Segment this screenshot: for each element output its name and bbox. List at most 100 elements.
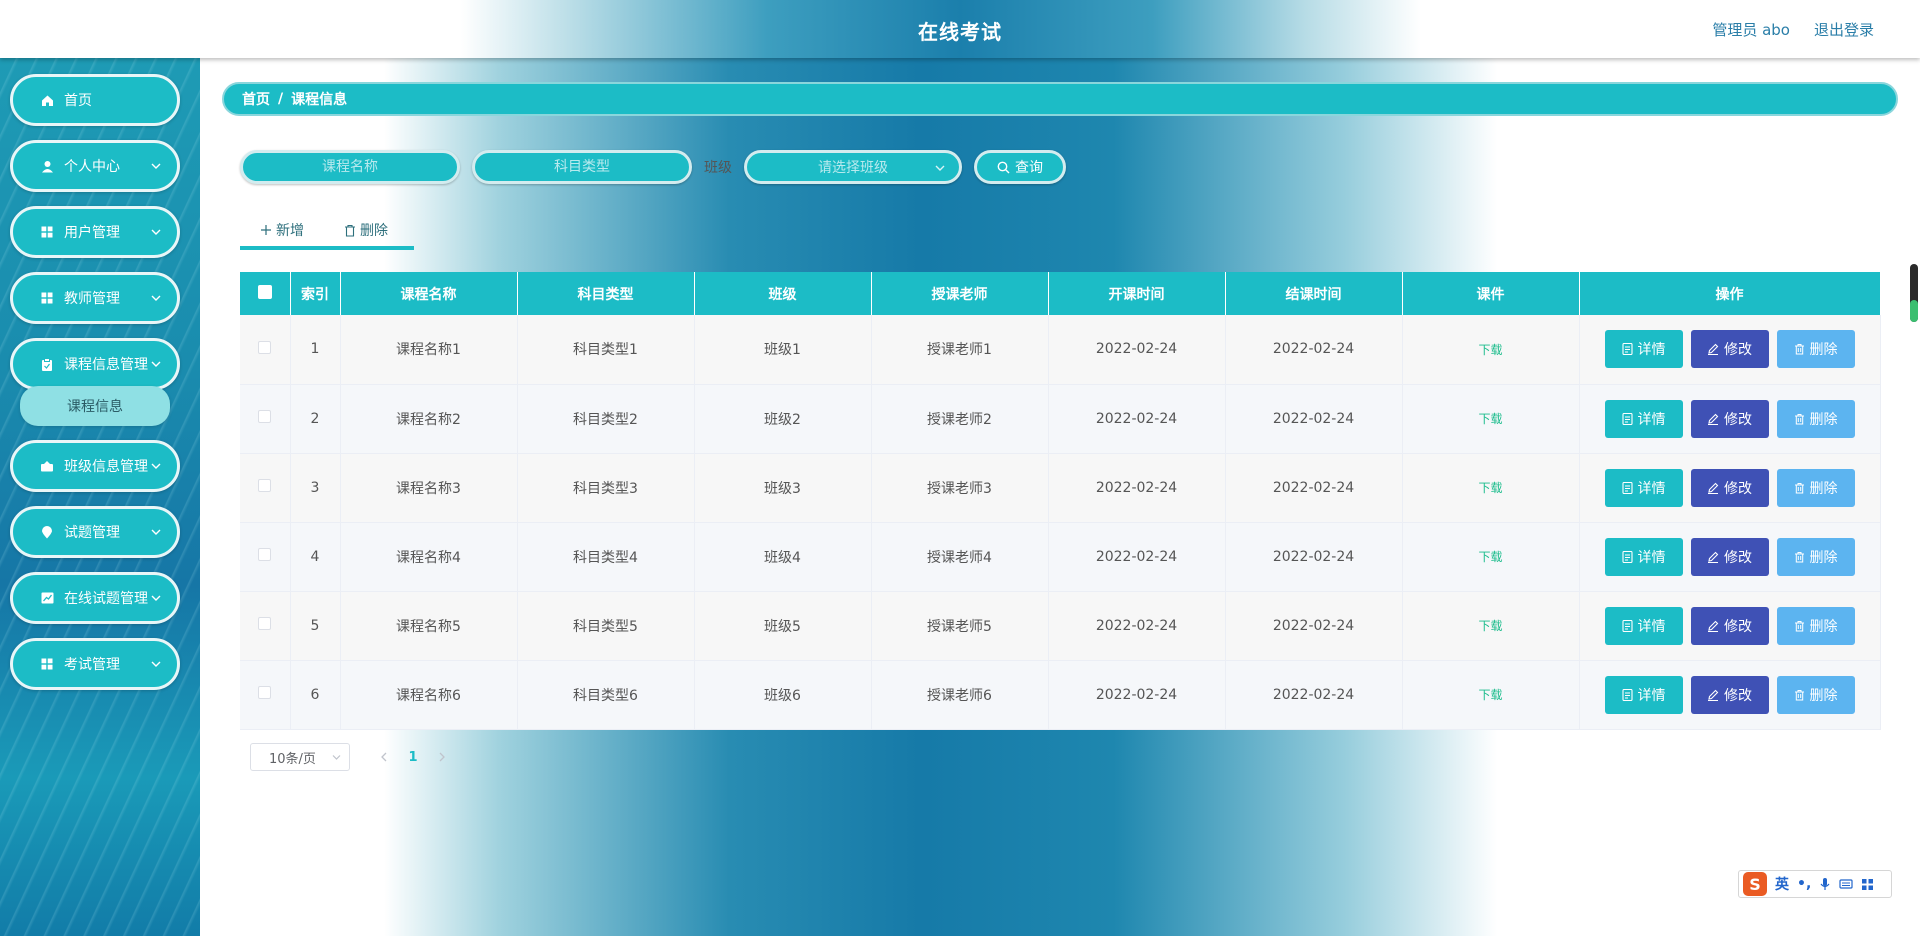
delete-button[interactable]: 删除 <box>1776 468 1855 507</box>
sidebar-item-7[interactable]: 试题管理 <box>10 506 180 558</box>
page-number-current[interactable]: 1 <box>398 743 428 771</box>
detail-label: 详情 <box>1637 411 1666 428</box>
edit-button[interactable]: 修改 <box>1690 399 1769 438</box>
edit-button[interactable]: 修改 <box>1690 330 1769 369</box>
trash-icon <box>345 224 355 237</box>
detail-label: 详情 <box>1637 687 1666 704</box>
edit-button[interactable]: 修改 <box>1690 675 1769 714</box>
edit-button[interactable]: 修改 <box>1690 468 1769 507</box>
cell-end-time: 2022-02-24 <box>1225 522 1403 592</box>
trash-icon <box>1794 413 1804 424</box>
page-size-select[interactable]: 10条/页 <box>250 743 350 771</box>
select-all-checkbox[interactable] <box>257 284 272 299</box>
cell-courseware: 下载 <box>1402 660 1580 730</box>
page-size-value: 10条/页 <box>269 751 316 767</box>
add-label: 新增 <box>276 223 304 239</box>
sidebar-item-label: 考试管理 <box>64 657 120 673</box>
row-checkbox[interactable] <box>258 479 272 492</box>
query-button[interactable]: 查询 <box>974 150 1066 184</box>
delete-button[interactable]: 删除 <box>1776 606 1855 645</box>
keyboard-icon[interactable] <box>1839 878 1853 890</box>
delete-button[interactable]: 删除 <box>1776 330 1855 369</box>
home-icon <box>40 93 54 107</box>
ime-mode[interactable]: 英 <box>1775 874 1789 894</box>
edit-icon <box>1708 343 1719 356</box>
edit-button[interactable]: 修改 <box>1690 606 1769 645</box>
logout-link[interactable]: 退出登录 <box>1814 19 1874 40</box>
trash-icon <box>1794 344 1804 355</box>
col-header-class: 班级 <box>694 272 872 315</box>
delete-button[interactable]: 删除 <box>1776 675 1855 714</box>
row-checkbox[interactable] <box>258 617 272 630</box>
sidebar-item-6[interactable]: 班级信息管理 <box>10 440 180 492</box>
sidebar-item-5[interactable]: 课程信息管理 <box>10 338 180 390</box>
edit-icon <box>1708 620 1719 632</box>
delete-button[interactable]: 删除 <box>1776 399 1855 438</box>
select-all-cell <box>240 272 291 315</box>
sidebar-item-8[interactable]: 在线试题管理 <box>10 572 180 624</box>
app-title: 在线考试 <box>918 20 1002 44</box>
cell-course-name: 课程名称2 <box>340 384 518 454</box>
row-checkbox[interactable] <box>258 686 272 699</box>
detail-button[interactable]: 详情 <box>1604 468 1683 507</box>
punctuation-icon[interactable]: •, <box>1797 876 1811 892</box>
breadcrumb-home[interactable]: 首页 <box>242 89 270 109</box>
row-checkbox[interactable] <box>258 410 272 423</box>
download-link[interactable]: 下载 <box>1478 550 1502 564</box>
class-select[interactable]: 请选择班级 <box>744 150 962 184</box>
next-page-button[interactable] <box>428 743 456 771</box>
cell-operations: 详情 修改 删除 <box>1579 315 1881 385</box>
detail-button[interactable]: 详情 <box>1604 606 1683 645</box>
grid-icon <box>40 291 54 305</box>
microphone-icon[interactable] <box>1819 877 1831 891</box>
detail-button[interactable]: 详情 <box>1604 330 1683 369</box>
batch-delete-button[interactable]: 删除 <box>344 220 388 240</box>
ime-toolbar[interactable]: S 英 •, <box>1738 870 1892 898</box>
col-header-operations: 操作 <box>1579 272 1881 315</box>
document-icon <box>1621 481 1633 494</box>
delete-label: 删除 <box>1809 342 1838 359</box>
add-button[interactable]: 新增 <box>260 220 304 240</box>
grid-menu-icon[interactable] <box>1861 878 1874 891</box>
sidebar-item-label: 教师管理 <box>64 291 120 307</box>
sidebar-item-4[interactable]: 教师管理 <box>10 272 180 324</box>
sidebar-item-label: 班级信息管理 <box>64 459 148 475</box>
subject-type-input[interactable] <box>472 150 692 184</box>
scrollbar-thumb[interactable] <box>1910 300 1918 322</box>
cell-index: 1 <box>290 315 341 385</box>
detail-button[interactable]: 详情 <box>1604 537 1683 576</box>
cell-operations: 详情 修改 删除 <box>1579 384 1881 454</box>
sidebar-item-1[interactable]: 首页 <box>10 74 180 126</box>
sidebar-item-9[interactable]: 考试管理 <box>10 638 180 690</box>
submenu-item-course-info[interactable]: 课程信息 <box>20 386 170 426</box>
chevron-down-icon <box>151 661 161 667</box>
detail-label: 详情 <box>1637 480 1666 497</box>
chevron-down-icon <box>151 163 161 169</box>
cell-teacher: 授课老师2 <box>871 384 1049 454</box>
cell-operations: 详情 修改 删除 <box>1579 453 1881 523</box>
detail-button[interactable]: 详情 <box>1604 675 1683 714</box>
download-link[interactable]: 下载 <box>1478 481 1502 495</box>
sidebar-item-label: 试题管理 <box>64 525 120 541</box>
download-link[interactable]: 下载 <box>1478 343 1502 357</box>
download-link[interactable]: 下载 <box>1478 619 1502 633</box>
edit-label: 修改 <box>1724 687 1752 704</box>
sidebar-item-3[interactable]: 用户管理 <box>10 206 180 258</box>
row-checkbox[interactable] <box>258 340 272 354</box>
edit-icon <box>1708 551 1719 563</box>
cell-class: 班级3 <box>694 453 872 523</box>
download-link[interactable]: 下载 <box>1478 688 1502 702</box>
prev-page-button[interactable] <box>370 743 398 771</box>
breadcrumb: 首页 / 课程信息 <box>222 82 1898 116</box>
delete-button[interactable]: 删除 <box>1776 537 1855 576</box>
cell-index: 4 <box>290 522 341 592</box>
sidebar-item-label: 首页 <box>64 93 92 109</box>
download-link[interactable]: 下载 <box>1478 412 1502 426</box>
row-checkbox[interactable] <box>258 548 272 561</box>
sidebar-item-2[interactable]: 个人中心 <box>10 140 180 192</box>
course-name-input[interactable] <box>240 150 460 184</box>
edit-button[interactable]: 修改 <box>1690 537 1769 576</box>
cell-course-name: 课程名称4 <box>340 522 518 592</box>
cell-class: 班级6 <box>694 660 872 730</box>
detail-button[interactable]: 详情 <box>1604 399 1683 438</box>
